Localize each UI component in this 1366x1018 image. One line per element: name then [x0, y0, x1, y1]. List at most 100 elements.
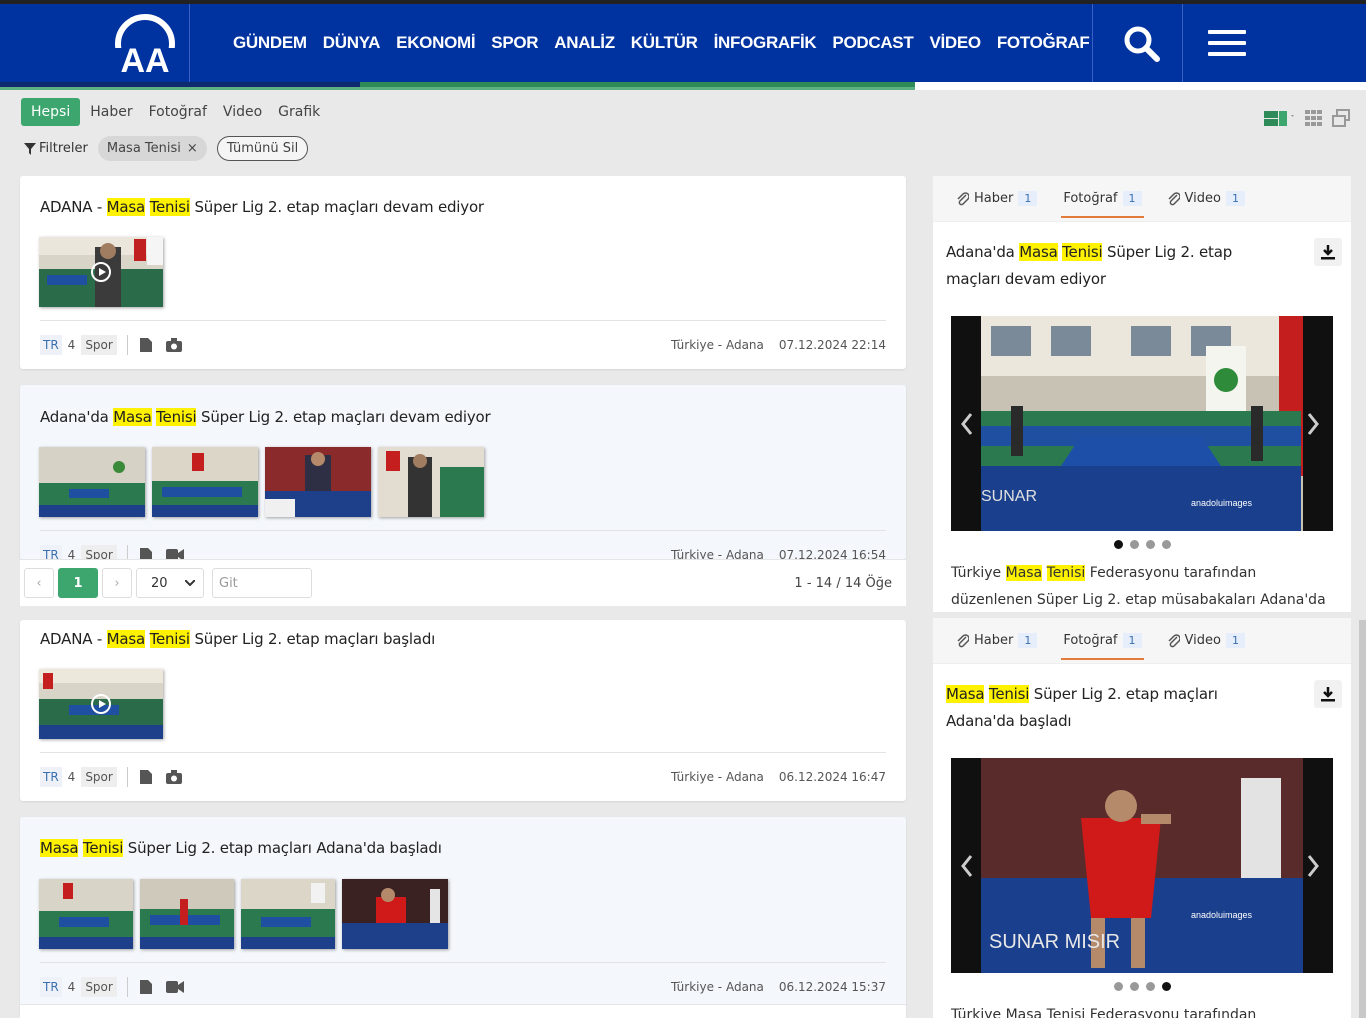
- photo-thumbnail[interactable]: [241, 879, 335, 949]
- download-icon[interactable]: [1314, 680, 1342, 708]
- current-page-button[interactable]: 1: [58, 568, 98, 598]
- news-title[interactable]: Adana'da Masa Tenisi Süper Lig 2. etap m…: [40, 408, 491, 426]
- preview-tab-fotograf[interactable]: Fotoğraf 1: [1061, 183, 1144, 218]
- prev-page-button[interactable]: ‹: [24, 568, 54, 598]
- photo-thumbnail[interactable]: [39, 879, 133, 949]
- tab-hepsi[interactable]: Hepsi: [21, 98, 81, 126]
- card-meta: TR 4 Spor Türkiye - Adana 06.12.2024 15:…: [40, 975, 886, 999]
- language-tag: TR: [40, 545, 62, 560]
- news-title[interactable]: Masa Tenisi Süper Lig 2. etap maçları Ad…: [40, 839, 442, 857]
- download-icon[interactable]: [1314, 238, 1342, 266]
- slider-dot[interactable]: [1129, 982, 1139, 991]
- nav-analiz[interactable]: ANALİZ: [554, 33, 615, 53]
- slider-next-icon[interactable]: [1305, 412, 1321, 436]
- photo-slider[interactable]: SUNAR anadoluimages: [951, 316, 1333, 531]
- search-icon[interactable]: [1122, 24, 1162, 64]
- slider-next-icon[interactable]: [1305, 854, 1321, 878]
- preview-tab-haber[interactable]: Haber 1: [955, 625, 1039, 656]
- nav-dunya[interactable]: DÜNYA: [323, 33, 381, 53]
- slider-dots: [933, 982, 1351, 991]
- news-title[interactable]: ADANA - Masa Tenisi Süper Lig 2. etap ma…: [40, 630, 435, 648]
- hamburger-menu-icon[interactable]: [1208, 30, 1246, 58]
- tab-video[interactable]: Video: [215, 98, 270, 126]
- list-view-icon[interactable]: [1264, 108, 1296, 128]
- grid-view-icon[interactable]: [1304, 108, 1324, 128]
- slider-dot[interactable]: [1129, 540, 1139, 549]
- page-scrollbar[interactable]: [1359, 620, 1366, 1018]
- slider-dot[interactable]: [1145, 982, 1155, 991]
- search-highlight: Tenisi: [1046, 565, 1086, 581]
- nav-gundem[interactable]: GÜNDEM: [233, 33, 307, 53]
- photo-thumbnail[interactable]: [140, 879, 234, 949]
- nav-infografik[interactable]: İNFOGRAFİK: [714, 33, 817, 53]
- search-highlight: Tenisi: [149, 630, 190, 648]
- video-thumbnail[interactable]: [39, 669, 163, 739]
- remove-filter-icon[interactable]: ×: [187, 141, 198, 156]
- preview-title[interactable]: Masa Tenisi Süper Lig 2. etap maçları Ad…: [946, 681, 1286, 735]
- card-meta: TR 4 Spor Türkiye - Adana 07.12.2024 22:…: [40, 333, 886, 357]
- slider-dot[interactable]: [1161, 982, 1171, 991]
- clear-filters-button[interactable]: Tümünü Sil: [216, 136, 309, 161]
- slider-dot[interactable]: [1113, 540, 1123, 549]
- nav-podcast[interactable]: PODCAST: [832, 33, 913, 53]
- preview-tabs: Haber 1 Fotoğraf 1 Video 1: [933, 618, 1351, 664]
- date-label: 06.12.2024 15:37: [778, 980, 886, 994]
- news-card[interactable]: ADANA - Masa Tenisi Süper Lig 2. etap ma…: [20, 620, 906, 801]
- preview-description: Türkiye Masa Tenisi Federasyonu tarafınd…: [951, 1007, 1257, 1018]
- photo-thumbnail[interactable]: [152, 447, 258, 517]
- slider-prev-icon[interactable]: [959, 854, 975, 878]
- slider-dot[interactable]: [1161, 540, 1171, 549]
- goto-page-input[interactable]: Git: [212, 568, 312, 598]
- photo-thumbnail[interactable]: [265, 447, 371, 517]
- tab-fotograf[interactable]: Fotoğraf: [141, 98, 215, 126]
- news-card[interactable]: ADANA - Masa Tenisi Süper Lig 2. etap ma…: [20, 176, 906, 369]
- nav-ekonomi[interactable]: EKONOMİ: [396, 33, 475, 53]
- news-title[interactable]: ADANA - Masa Tenisi Süper Lig 2. etap ma…: [40, 198, 484, 216]
- photo-thumbnail[interactable]: [39, 447, 145, 517]
- location-label: Türkiye - Adana: [671, 338, 764, 352]
- search-highlight: Tenisi: [156, 408, 197, 426]
- category-tag: Spor: [81, 977, 117, 997]
- search-highlight: Tenisi: [82, 839, 124, 857]
- search-highlight: Masa: [106, 198, 145, 216]
- news-card[interactable]: Adana'da Masa Tenisi Süper Lig 2. etap m…: [20, 385, 906, 560]
- search-highlight: Tenisi: [1062, 243, 1103, 261]
- preview-description: Türkiye Masa Tenisi Federasyonu tarafınd…: [951, 565, 1326, 608]
- document-icon: [139, 770, 152, 784]
- preview-tab-video[interactable]: Video 1: [1166, 183, 1247, 214]
- tab-grafik[interactable]: Grafik: [270, 98, 328, 126]
- nav-kultur[interactable]: KÜLTÜR: [631, 33, 698, 53]
- svg-text:anadoluimages: anadoluimages: [1191, 910, 1253, 920]
- filter-chip-label: Masa Tenisi: [106, 141, 181, 156]
- header-divider: [189, 4, 190, 82]
- photo-thumbnail[interactable]: [378, 447, 484, 517]
- nav-fotograf[interactable]: FOTOĞRAF: [997, 33, 1090, 53]
- photo-thumbnail[interactable]: [342, 879, 448, 949]
- tab-haber[interactable]: Haber: [82, 98, 140, 126]
- view-switcher: [1264, 108, 1350, 128]
- filter-chip: Masa Tenisi ×: [97, 136, 207, 161]
- preview-tab-fotograf[interactable]: Fotoğraf 1: [1061, 625, 1144, 660]
- nav-spor[interactable]: SPOR: [491, 33, 538, 53]
- slider-dot[interactable]: [1145, 540, 1155, 549]
- page-size-select[interactable]: 20: [136, 568, 204, 598]
- header-divider: [1092, 4, 1093, 82]
- aa-logo[interactable]: AA: [112, 12, 178, 80]
- slider-prev-icon[interactable]: [959, 412, 975, 436]
- next-page-button[interactable]: ›: [102, 568, 132, 598]
- filters-toggle[interactable]: Filtreler: [24, 141, 88, 156]
- preview-tab-haber[interactable]: Haber 1: [955, 183, 1039, 214]
- slider-dots: [933, 540, 1351, 549]
- slider-dot[interactable]: [1113, 982, 1123, 991]
- svg-text:SUNAR MISIR: SUNAR MISIR: [989, 931, 1120, 953]
- search-highlight: Masa: [1005, 565, 1043, 581]
- popup-view-icon[interactable]: [1332, 108, 1350, 128]
- video-thumbnail[interactable]: [39, 237, 163, 307]
- play-icon: [91, 262, 111, 282]
- preview-tab-video[interactable]: Video 1: [1166, 625, 1247, 656]
- photo-slider[interactable]: SUNAR MISIR anadoluimages: [951, 758, 1333, 973]
- site-header: AA GÜNDEM DÜNYA EKONOMİ SPOR ANALİZ KÜLT…: [0, 4, 1366, 82]
- nav-video[interactable]: VİDEO: [929, 33, 981, 53]
- preview-title[interactable]: Adana'da Masa Tenisi Süper Lig 2. etap m…: [946, 239, 1286, 293]
- news-card[interactable]: Masa Tenisi Süper Lig 2. etap maçları Ad…: [20, 817, 906, 1018]
